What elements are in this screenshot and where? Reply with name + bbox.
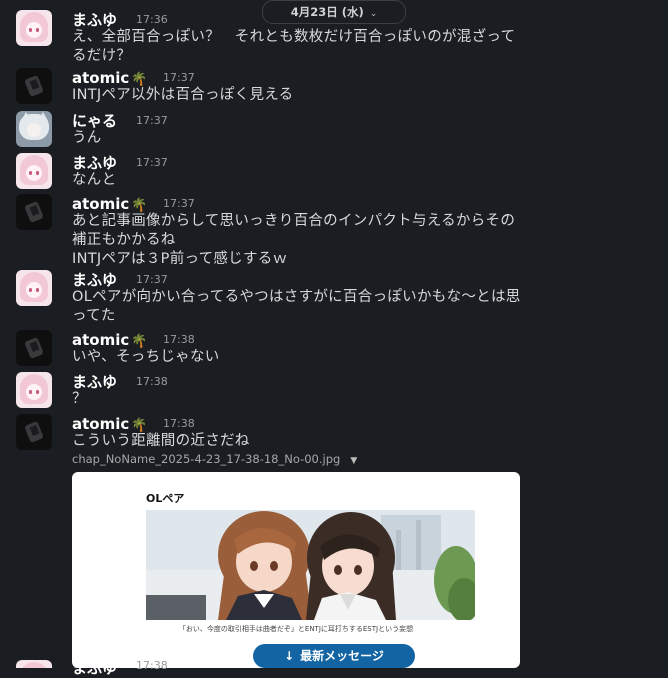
author-name[interactable]: にゃる [72, 111, 117, 131]
image-attachment[interactable]: OLペア 「おい、今度の取引相手は曲者だぞ」とENTJに耳打ちするESTJという… [72, 472, 520, 668]
palm-emoji-icon: 🌴 [131, 334, 148, 349]
message-text: あと記事画像からして思いっきり百合のインパクト与えるからその 補正もかかるね INT… [72, 213, 516, 267]
timestamp[interactable]: 17:36 [136, 12, 168, 28]
timestamp[interactable]: 17:38 [136, 658, 168, 674]
avatar[interactable] [16, 153, 52, 189]
avatar[interactable] [16, 372, 52, 408]
avatar[interactable] [16, 194, 52, 230]
avatar[interactable] [16, 68, 52, 104]
timestamp[interactable]: 17:37 [163, 196, 195, 212]
arrow-down-icon: ↓ [284, 649, 295, 663]
avatar[interactable] [16, 660, 52, 668]
palm-emoji-icon: 🌴 [131, 72, 148, 87]
palm-emoji-icon: 🌴 [131, 418, 148, 433]
chevron-down-icon: ⌄ [369, 9, 378, 19]
attachment-caption: 「おい、今度の取引相手は曲者だぞ」とENTJに耳打ちするESTJという妄想 [178, 625, 414, 633]
jump-to-latest-button[interactable]: ↓ 最新メッセージ [253, 644, 415, 668]
palm-emoji-icon: 🌴 [131, 198, 148, 213]
avatar[interactable] [16, 270, 52, 306]
message-text: こういう距離間の近さだね [72, 433, 250, 449]
message-text: INTJペア以外は百合っぽく見える [72, 87, 294, 103]
timestamp[interactable]: 17:37 [136, 113, 168, 129]
timestamp[interactable]: 17:37 [163, 70, 195, 86]
author-name[interactable]: まふゆ [72, 10, 117, 30]
message-text: え、全部百合っぽい？ それとも数枚だけ百合っぽいのが混ざって るだけ？ [72, 29, 516, 64]
date-divider[interactable]: 4月23日 (水) ⌄ [262, 0, 406, 24]
avatar[interactable] [16, 10, 52, 46]
illustration-image [146, 510, 475, 620]
attachment-filename[interactable]: chap_NoName_2025-4-23_17-38-18_No-00.jpg… [72, 452, 357, 466]
author-name[interactable]: まふゆ [72, 372, 117, 392]
message-text: いや、そっちじゃない [72, 349, 220, 365]
timestamp[interactable]: 17:38 [163, 416, 195, 432]
chevron-down-icon[interactable]: ▼ [350, 456, 357, 466]
avatar[interactable] [16, 414, 52, 450]
author-name[interactable]: まふゆ [72, 270, 117, 290]
author-name[interactable]: まふゆ [72, 658, 117, 678]
attachment-title: OLペア [146, 492, 185, 505]
author-name[interactable]: まふゆ [72, 153, 117, 173]
timestamp[interactable]: 17:37 [136, 272, 168, 288]
timestamp[interactable]: 17:38 [163, 332, 195, 348]
message-text: ？ [72, 391, 87, 407]
message-text: なんと [72, 172, 117, 188]
avatar[interactable] [16, 111, 52, 147]
message-text: うん [72, 130, 102, 146]
attachment-illustration [146, 510, 475, 620]
timestamp[interactable]: 17:37 [136, 155, 168, 171]
timestamp[interactable]: 17:38 [136, 374, 168, 390]
avatar[interactable] [16, 330, 52, 366]
message-text: OLペアが向かい合ってるやつはさすがに百合っぽいかもな～とは思 ってた [72, 289, 521, 324]
message-list: まふゆ 17:36 え、全部百合っぽい？ それとも数枚だけ百合っぽいのが混ざって… [0, 0, 668, 677]
